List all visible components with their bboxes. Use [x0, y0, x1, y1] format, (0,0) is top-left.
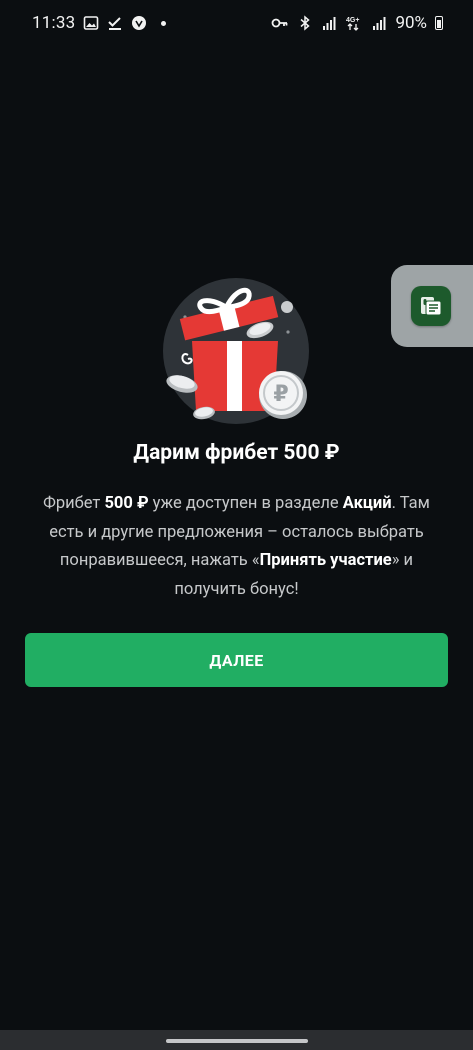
svg-text:4G+: 4G+ — [346, 17, 359, 24]
network-4g-icon: 4G+ — [346, 17, 360, 31]
app-notification-icon — [132, 16, 147, 30]
status-right: 4G+ 90% — [271, 13, 443, 33]
status-left: 11:33 — [32, 13, 167, 33]
description-text-1: Фрибет — [43, 494, 105, 513]
description-amount: 500 ₽ — [104, 494, 149, 513]
promo-title: Дарим фрибет 500 ₽ — [133, 441, 340, 465]
description-action: Принять участие — [259, 551, 392, 570]
next-button[interactable]: ДАЛЕЕ — [25, 633, 448, 687]
more-notifications-dot-icon — [161, 20, 167, 26]
voice-recorder-icon[interactable] — [411, 286, 451, 326]
gift-with-coins-icon: ₽ — [163, 278, 309, 424]
signal-icon — [323, 17, 336, 30]
gallery-icon — [84, 16, 99, 30]
bluetooth-icon — [300, 15, 311, 31]
status-bar: 11:33 4G+ 90% — [0, 0, 473, 46]
floating-side-tab[interactable] — [391, 265, 473, 347]
navigation-bar — [0, 1030, 473, 1050]
description-text-2: уже доступен в разделе — [148, 494, 343, 513]
home-indicator[interactable] — [166, 1039, 308, 1043]
battery-icon — [435, 16, 443, 30]
task-check-icon — [108, 17, 122, 30]
key-icon — [272, 18, 288, 28]
signal-secondary-icon — [373, 17, 386, 30]
svg-text:₽: ₽ — [273, 382, 288, 407]
battery-percentage: 90% — [395, 13, 427, 33]
description-section: Акций — [342, 494, 392, 513]
status-time: 11:33 — [32, 13, 76, 33]
promo-description: Фрибет 500 ₽ уже доступен в разделе Акци… — [26, 490, 447, 604]
gift-illustration: ₽ — [160, 277, 315, 427]
